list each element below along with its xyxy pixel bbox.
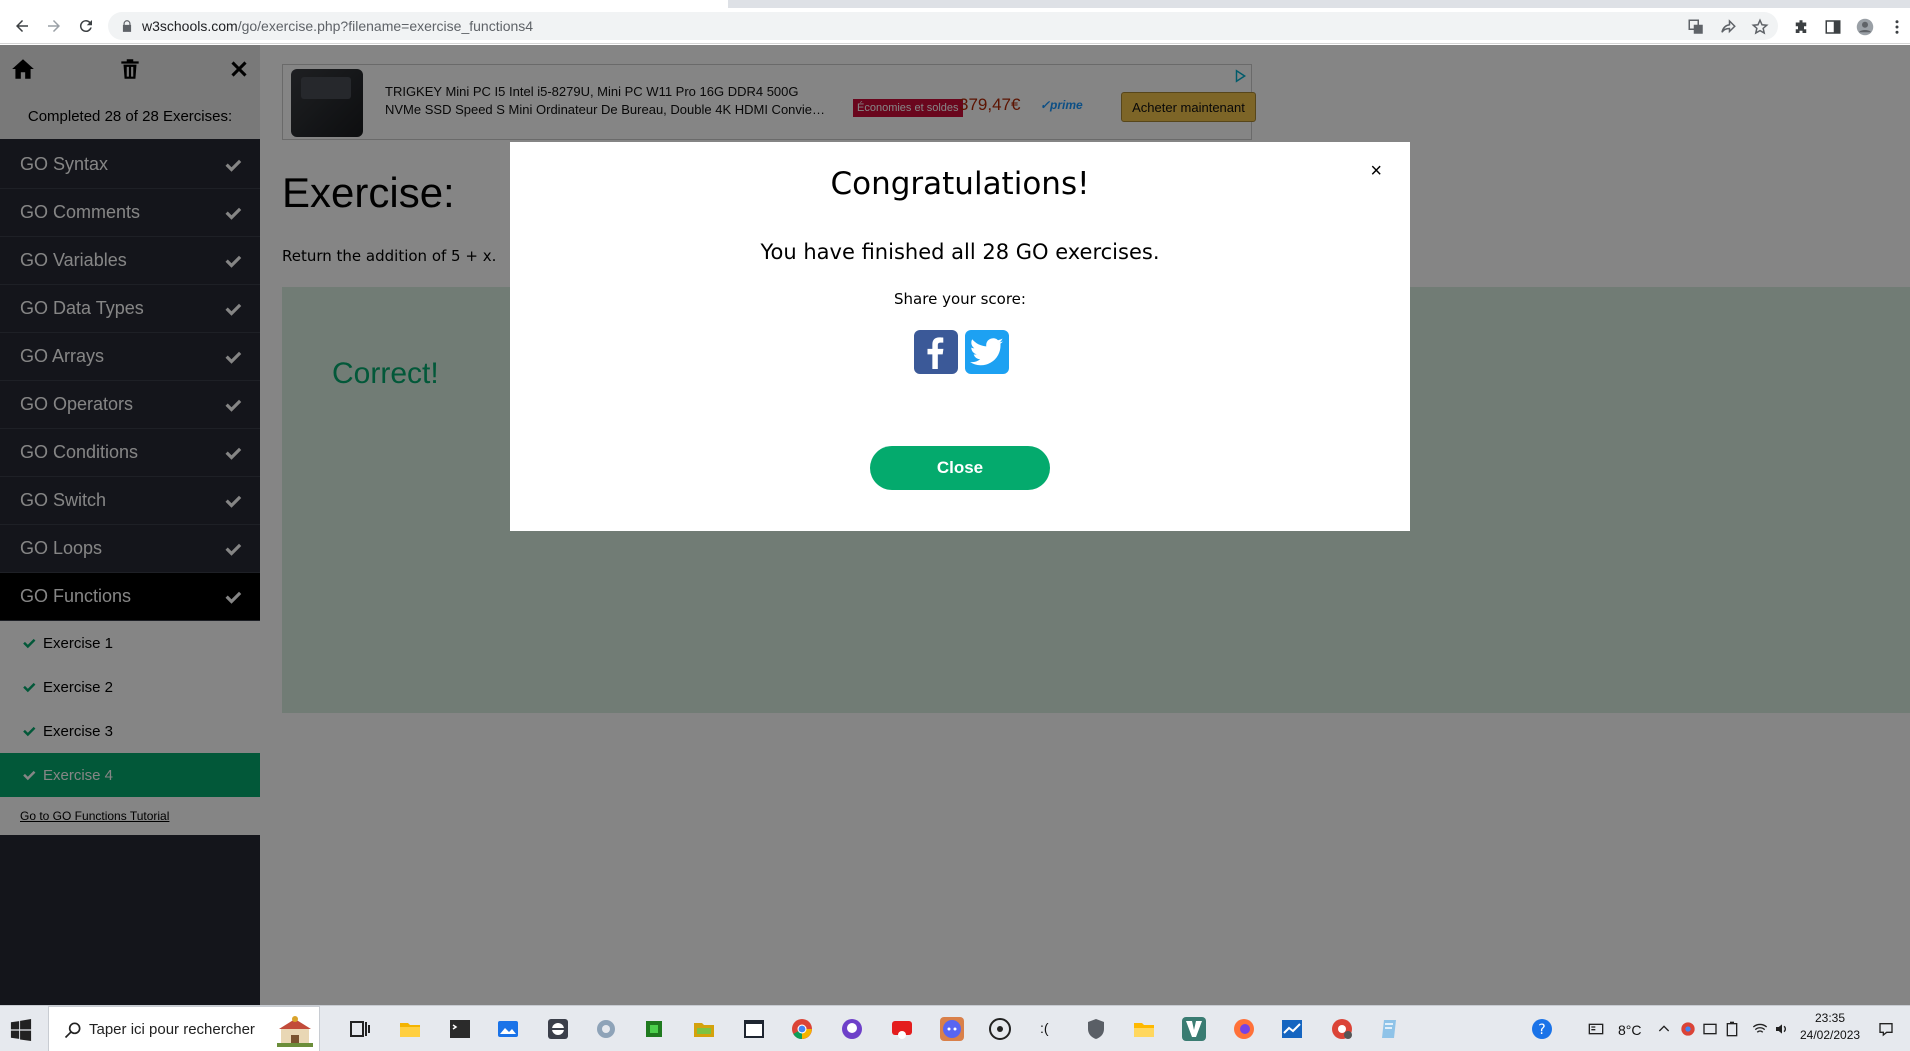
sad-face-app-icon[interactable]: :( (1040, 1020, 1049, 1036)
music-player-icon[interactable] (988, 1017, 1012, 1041)
url-text[interactable]: w3schools.com/go/exercise.php?filename=e… (142, 18, 533, 34)
folder-icon[interactable] (692, 1017, 716, 1041)
clock-time: 23:35 (1814, 1011, 1846, 1025)
taskbar-clock[interactable]: 23:35 24/02/2023 (1800, 1010, 1860, 1044)
clock-date: 24/02/2023 (1800, 1028, 1861, 1042)
url-path: /go/exercise.php?filename=exercise_funct… (237, 18, 534, 34)
chrome-tray-icon[interactable] (1680, 1021, 1696, 1037)
news-widget-icon[interactable] (1588, 1021, 1604, 1037)
search-icon (64, 1022, 81, 1039)
volume-icon[interactable] (1774, 1021, 1790, 1037)
omnibox[interactable]: w3schools.com/go/exercise.php?filename=e… (108, 12, 1778, 40)
file-explorer-icon[interactable] (398, 1017, 422, 1041)
active-tab[interactable] (0, 0, 728, 8)
arrow-right-icon (48, 20, 60, 32)
chevron-up-icon[interactable] (1656, 1021, 1672, 1037)
url-host: w3schools.com (142, 18, 238, 34)
page-content: Completed 28 of 28 Exercises: GO Syntax … (0, 45, 1910, 1005)
congratulations-dialog: × Congratulations! You have finished all… (510, 142, 1410, 531)
side-panel-icon[interactable] (1824, 18, 1842, 36)
forward-button[interactable] (40, 12, 68, 40)
terminal-icon[interactable] (448, 1017, 472, 1041)
firefox-icon[interactable] (1232, 1017, 1256, 1041)
explorer-folder-icon[interactable] (1132, 1017, 1156, 1041)
share-buttons (914, 330, 1009, 374)
twitter-icon (970, 338, 1004, 366)
dialog-message: You have finished all 28 GO exercises. (760, 240, 1160, 264)
chart-app-icon[interactable] (1280, 1017, 1304, 1041)
menu-kebab-icon[interactable] (1888, 18, 1906, 36)
back-button[interactable] (8, 12, 36, 40)
arrow-left-icon (16, 20, 28, 32)
window-app-icon[interactable] (742, 1017, 766, 1041)
photos-app-icon[interactable] (496, 1017, 520, 1041)
profile-avatar-icon[interactable] (1856, 18, 1874, 36)
lock-icon (122, 20, 132, 32)
facebook-icon (927, 337, 944, 369)
chrome-icon[interactable] (790, 1017, 814, 1041)
help-icon[interactable]: ? (1530, 1017, 1554, 1041)
extensions-icon[interactable] (1792, 18, 1810, 36)
share-icon[interactable] (1719, 18, 1737, 36)
tab-strip (0, 0, 1910, 8)
windows-start-icon[interactable] (10, 1019, 32, 1041)
address-bar: w3schools.com/go/exercise.php?filename=e… (0, 8, 1910, 44)
settings-gear-icon[interactable] (594, 1017, 618, 1041)
reload-icon (79, 20, 92, 33)
github-icon[interactable] (840, 1017, 864, 1041)
notification-icon[interactable] (1878, 1021, 1894, 1037)
media-app-icon[interactable] (890, 1017, 914, 1041)
chrome-profile-icon[interactable] (1330, 1017, 1354, 1041)
translate-icon[interactable] (1687, 18, 1705, 36)
shield-icon[interactable] (1084, 1017, 1108, 1041)
search-highlight-icon (277, 1016, 313, 1047)
task-view-icon[interactable] (348, 1017, 372, 1041)
facebook-share-button[interactable] (914, 330, 958, 374)
discord-icon[interactable] (940, 1017, 964, 1041)
twitter-share-button[interactable] (965, 330, 1009, 374)
svg-text:?: ? (1538, 1022, 1545, 1038)
star-icon[interactable] (1751, 18, 1769, 36)
teamviewer-icon[interactable] (546, 1017, 570, 1041)
chip-app-icon[interactable] (642, 1017, 666, 1041)
dialog-title: Congratulations! (830, 166, 1090, 202)
windows-taskbar: Taper ici pour rechercher :( ? 8°C 23:35… (0, 1005, 1910, 1051)
tray-app-icon[interactable] (1702, 1021, 1718, 1037)
reload-button[interactable] (72, 12, 100, 40)
share-label: Share your score: (894, 290, 1026, 308)
battery-icon[interactable] (1724, 1021, 1740, 1037)
vim-icon[interactable] (1182, 1017, 1206, 1041)
close-button[interactable]: Close (870, 446, 1050, 490)
taskbar-search[interactable]: Taper ici pour rechercher (48, 1006, 320, 1051)
notepad-icon[interactable] (1378, 1017, 1402, 1041)
wifi-icon[interactable] (1752, 1021, 1768, 1037)
search-placeholder: Taper ici pour rechercher (89, 1021, 255, 1038)
weather-temp[interactable]: 8°C (1618, 1022, 1642, 1038)
